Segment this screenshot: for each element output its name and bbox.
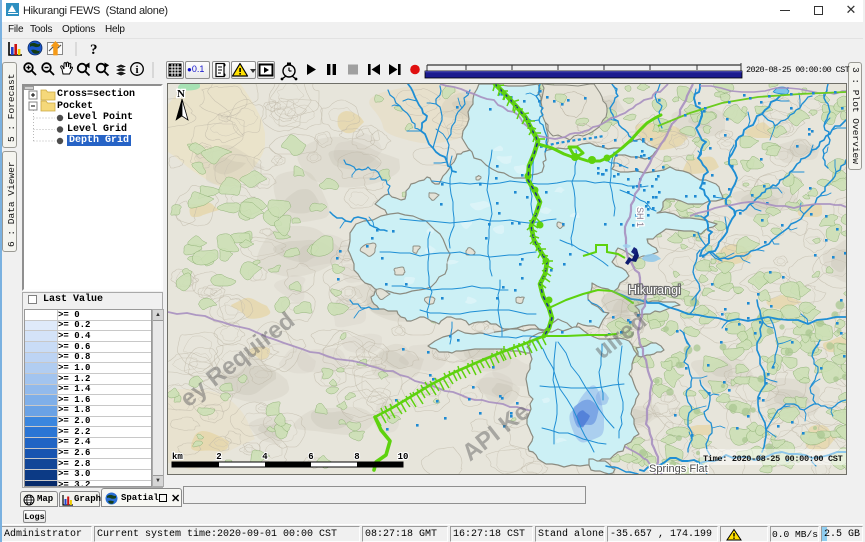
svg-text:2: 2 (216, 452, 221, 462)
svg-text:10: 10 (398, 452, 409, 462)
svg-text:Hikurangi: Hikurangi (628, 283, 681, 297)
svg-text:6: 6 (308, 452, 313, 462)
svg-text:Springs Flat: Springs Flat (649, 463, 708, 474)
svg-text:4: 4 (262, 452, 268, 462)
svg-text:?: ? (90, 42, 98, 58)
svg-text:i: i (135, 64, 138, 76)
svg-text:SH 1: SH 1 (635, 207, 645, 227)
svg-text:Time: 2020-08-25 00:00:00 CST: Time: 2020-08-25 00:00:00 CST (703, 454, 843, 464)
svg-text:N: N (177, 88, 185, 100)
svg-text:km: km (172, 452, 183, 462)
svg-text:8: 8 (354, 452, 359, 462)
